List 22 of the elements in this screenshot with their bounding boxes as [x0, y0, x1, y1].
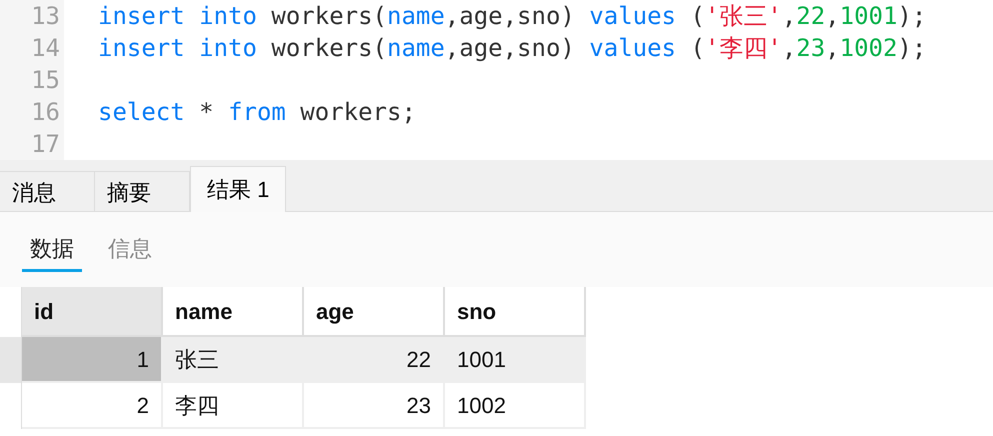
code-line: insert into workers(name,age,sno) values ('李四',23,1002);: [97, 33, 926, 64]
table-cell: 李四: [163, 383, 304, 429]
line-number: 17: [0, 128, 64, 160]
table-cell: 2: [22, 383, 163, 429]
line-number: 14: [0, 32, 64, 64]
line-number: 15: [0, 64, 64, 96]
result-tab[interactable]: 摘要: [95, 171, 190, 211]
line-number: 16: [0, 96, 64, 128]
table-cell: 1: [22, 337, 163, 383]
column-header[interactable]: id: [22, 287, 163, 337]
view-tab[interactable]: 数据: [22, 232, 82, 272]
result-tab[interactable]: 结果 1: [190, 166, 286, 212]
column-header[interactable]: age: [304, 287, 445, 337]
code-line: select * from workers;: [97, 97, 416, 128]
code-line: insert into workers(name,age,sno) values ('张三',22,1001);: [97, 1, 926, 32]
line-number: 13: [0, 0, 64, 32]
column-header[interactable]: sno: [445, 287, 586, 337]
column-header[interactable]: name: [163, 287, 304, 337]
result-tab[interactable]: 消息: [0, 171, 95, 211]
table-cell: 23: [304, 383, 445, 429]
table-row[interactable]: 1 张三 22 1001: [0, 337, 586, 383]
table-cell: 1002: [445, 383, 586, 429]
